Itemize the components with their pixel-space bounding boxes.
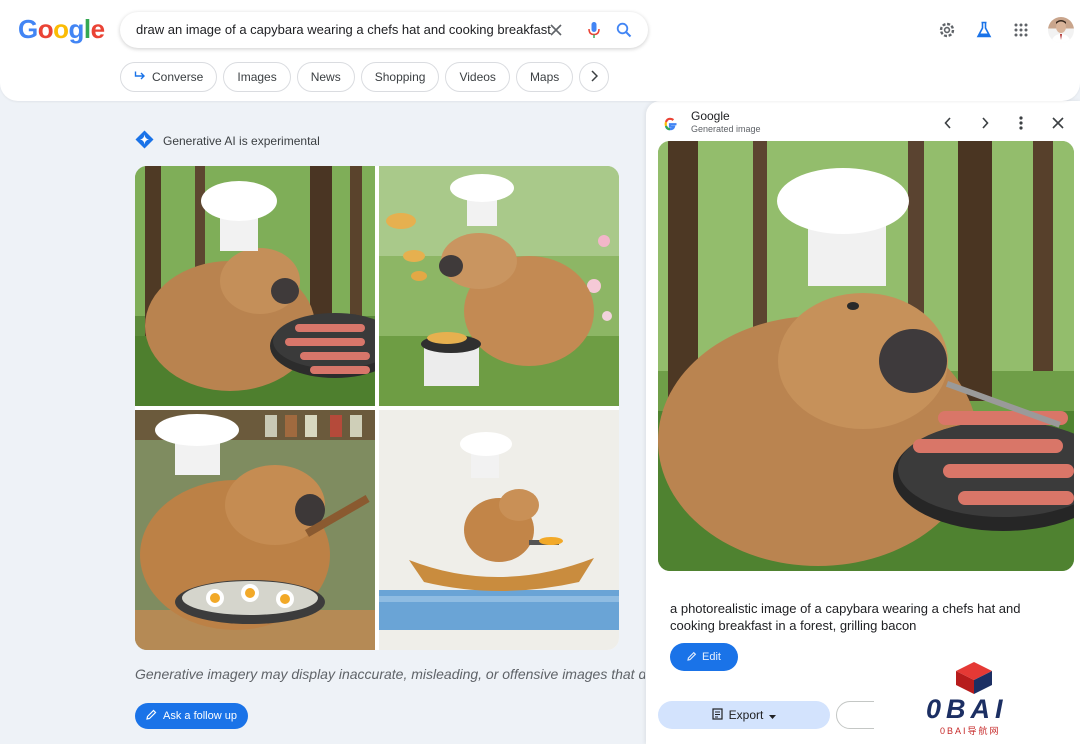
generative-ai-notice: Generative AI is experimental: [135, 130, 320, 152]
logo-letter: e: [90, 14, 105, 44]
logo-letter: o: [53, 14, 69, 44]
dropdown-arrow-icon: [769, 708, 777, 722]
watermark-text: 0BAI: [926, 694, 1008, 724]
converse-arrow-icon: [134, 70, 146, 84]
panel-subtitle: Generated image: [691, 124, 761, 134]
avatar[interactable]: [1048, 17, 1074, 43]
chip-label: Converse: [152, 70, 204, 84]
watermark: 0BAI 0BAI导航网: [874, 654, 1080, 744]
generated-image-3[interactable]: [135, 410, 375, 650]
ai-label-text: Generative AI is experimental: [163, 134, 320, 148]
chip-label: Shopping: [374, 70, 426, 84]
export-sheet-icon: [712, 707, 723, 723]
disclaimer-text: Generative imagery may display inaccurat…: [135, 666, 645, 682]
labs-icon[interactable]: [974, 20, 994, 40]
chips-next-button[interactable]: [579, 62, 610, 92]
chip-maps[interactable]: Maps: [515, 62, 574, 92]
more-vert-icon: [1019, 116, 1023, 130]
search-box[interactable]: draw an image of a capybara wearing a ch…: [120, 12, 648, 48]
close-icon: [1052, 117, 1064, 129]
chevron-right-icon: [590, 69, 599, 85]
chip-converse[interactable]: Converse: [120, 62, 218, 92]
generated-image-2[interactable]: [379, 166, 619, 406]
watermark-subtext: 0BAI导航网: [940, 726, 1001, 736]
chip-label: Maps: [529, 70, 560, 84]
next-image-button[interactable]: [975, 113, 995, 133]
header: Google draw an image of a capybara weari…: [0, 0, 1080, 101]
logo-letter: o: [37, 14, 54, 44]
apps-icon[interactable]: [1011, 20, 1031, 40]
google-logo[interactable]: Google: [18, 14, 105, 45]
chip-images[interactable]: Images: [223, 62, 291, 92]
pencil-icon: [687, 651, 697, 664]
image-prompt-caption: a photorealistic image of a capybara wea…: [670, 601, 1021, 633]
chevron-left-icon: [944, 117, 951, 129]
previous-image-button[interactable]: [938, 113, 958, 133]
mic-icon[interactable]: [584, 20, 604, 40]
clear-icon[interactable]: [546, 20, 566, 40]
ask-follow-up-button[interactable]: Ask a follow up: [135, 703, 248, 729]
chip-label: Videos: [459, 70, 496, 84]
export-label: Export: [728, 708, 764, 722]
close-panel-button[interactable]: [1048, 113, 1068, 133]
sparkle-diamond-icon: [135, 130, 154, 152]
generated-image-1[interactable]: [135, 166, 375, 406]
logo-letter: l: [83, 14, 91, 44]
image-detail-panel: Google Generated image a photorealistic …: [646, 101, 1080, 744]
edit-button[interactable]: Edit: [670, 643, 738, 671]
settings-icon[interactable]: [937, 20, 957, 40]
chip-news[interactable]: News: [296, 62, 355, 92]
generated-image-grid: [135, 166, 619, 650]
search-icon[interactable]: [614, 20, 634, 40]
chevron-right-icon: [982, 117, 989, 129]
more-options-button[interactable]: [1011, 113, 1031, 133]
generated-image-4[interactable]: [379, 410, 619, 650]
search-input[interactable]: draw an image of a capybara wearing a ch…: [136, 22, 551, 37]
chip-label: Images: [237, 70, 277, 84]
logo-letter: g: [68, 14, 85, 44]
chip-videos[interactable]: Videos: [445, 62, 510, 92]
logo-letter: G: [18, 14, 38, 44]
follow-up-label: Ask a follow up: [163, 710, 237, 722]
selected-generated-image[interactable]: [658, 141, 1074, 571]
panel-title: Google: [691, 109, 730, 123]
edit-label: Edit: [702, 651, 721, 663]
pencil-icon: [146, 709, 157, 723]
export-button[interactable]: Export: [658, 701, 830, 729]
chip-label: News: [310, 70, 341, 84]
google-g-icon: [660, 114, 680, 134]
filter-chips: Converse Images News Shopping Videos Map…: [120, 62, 610, 92]
chip-shopping[interactable]: Shopping: [360, 62, 440, 92]
